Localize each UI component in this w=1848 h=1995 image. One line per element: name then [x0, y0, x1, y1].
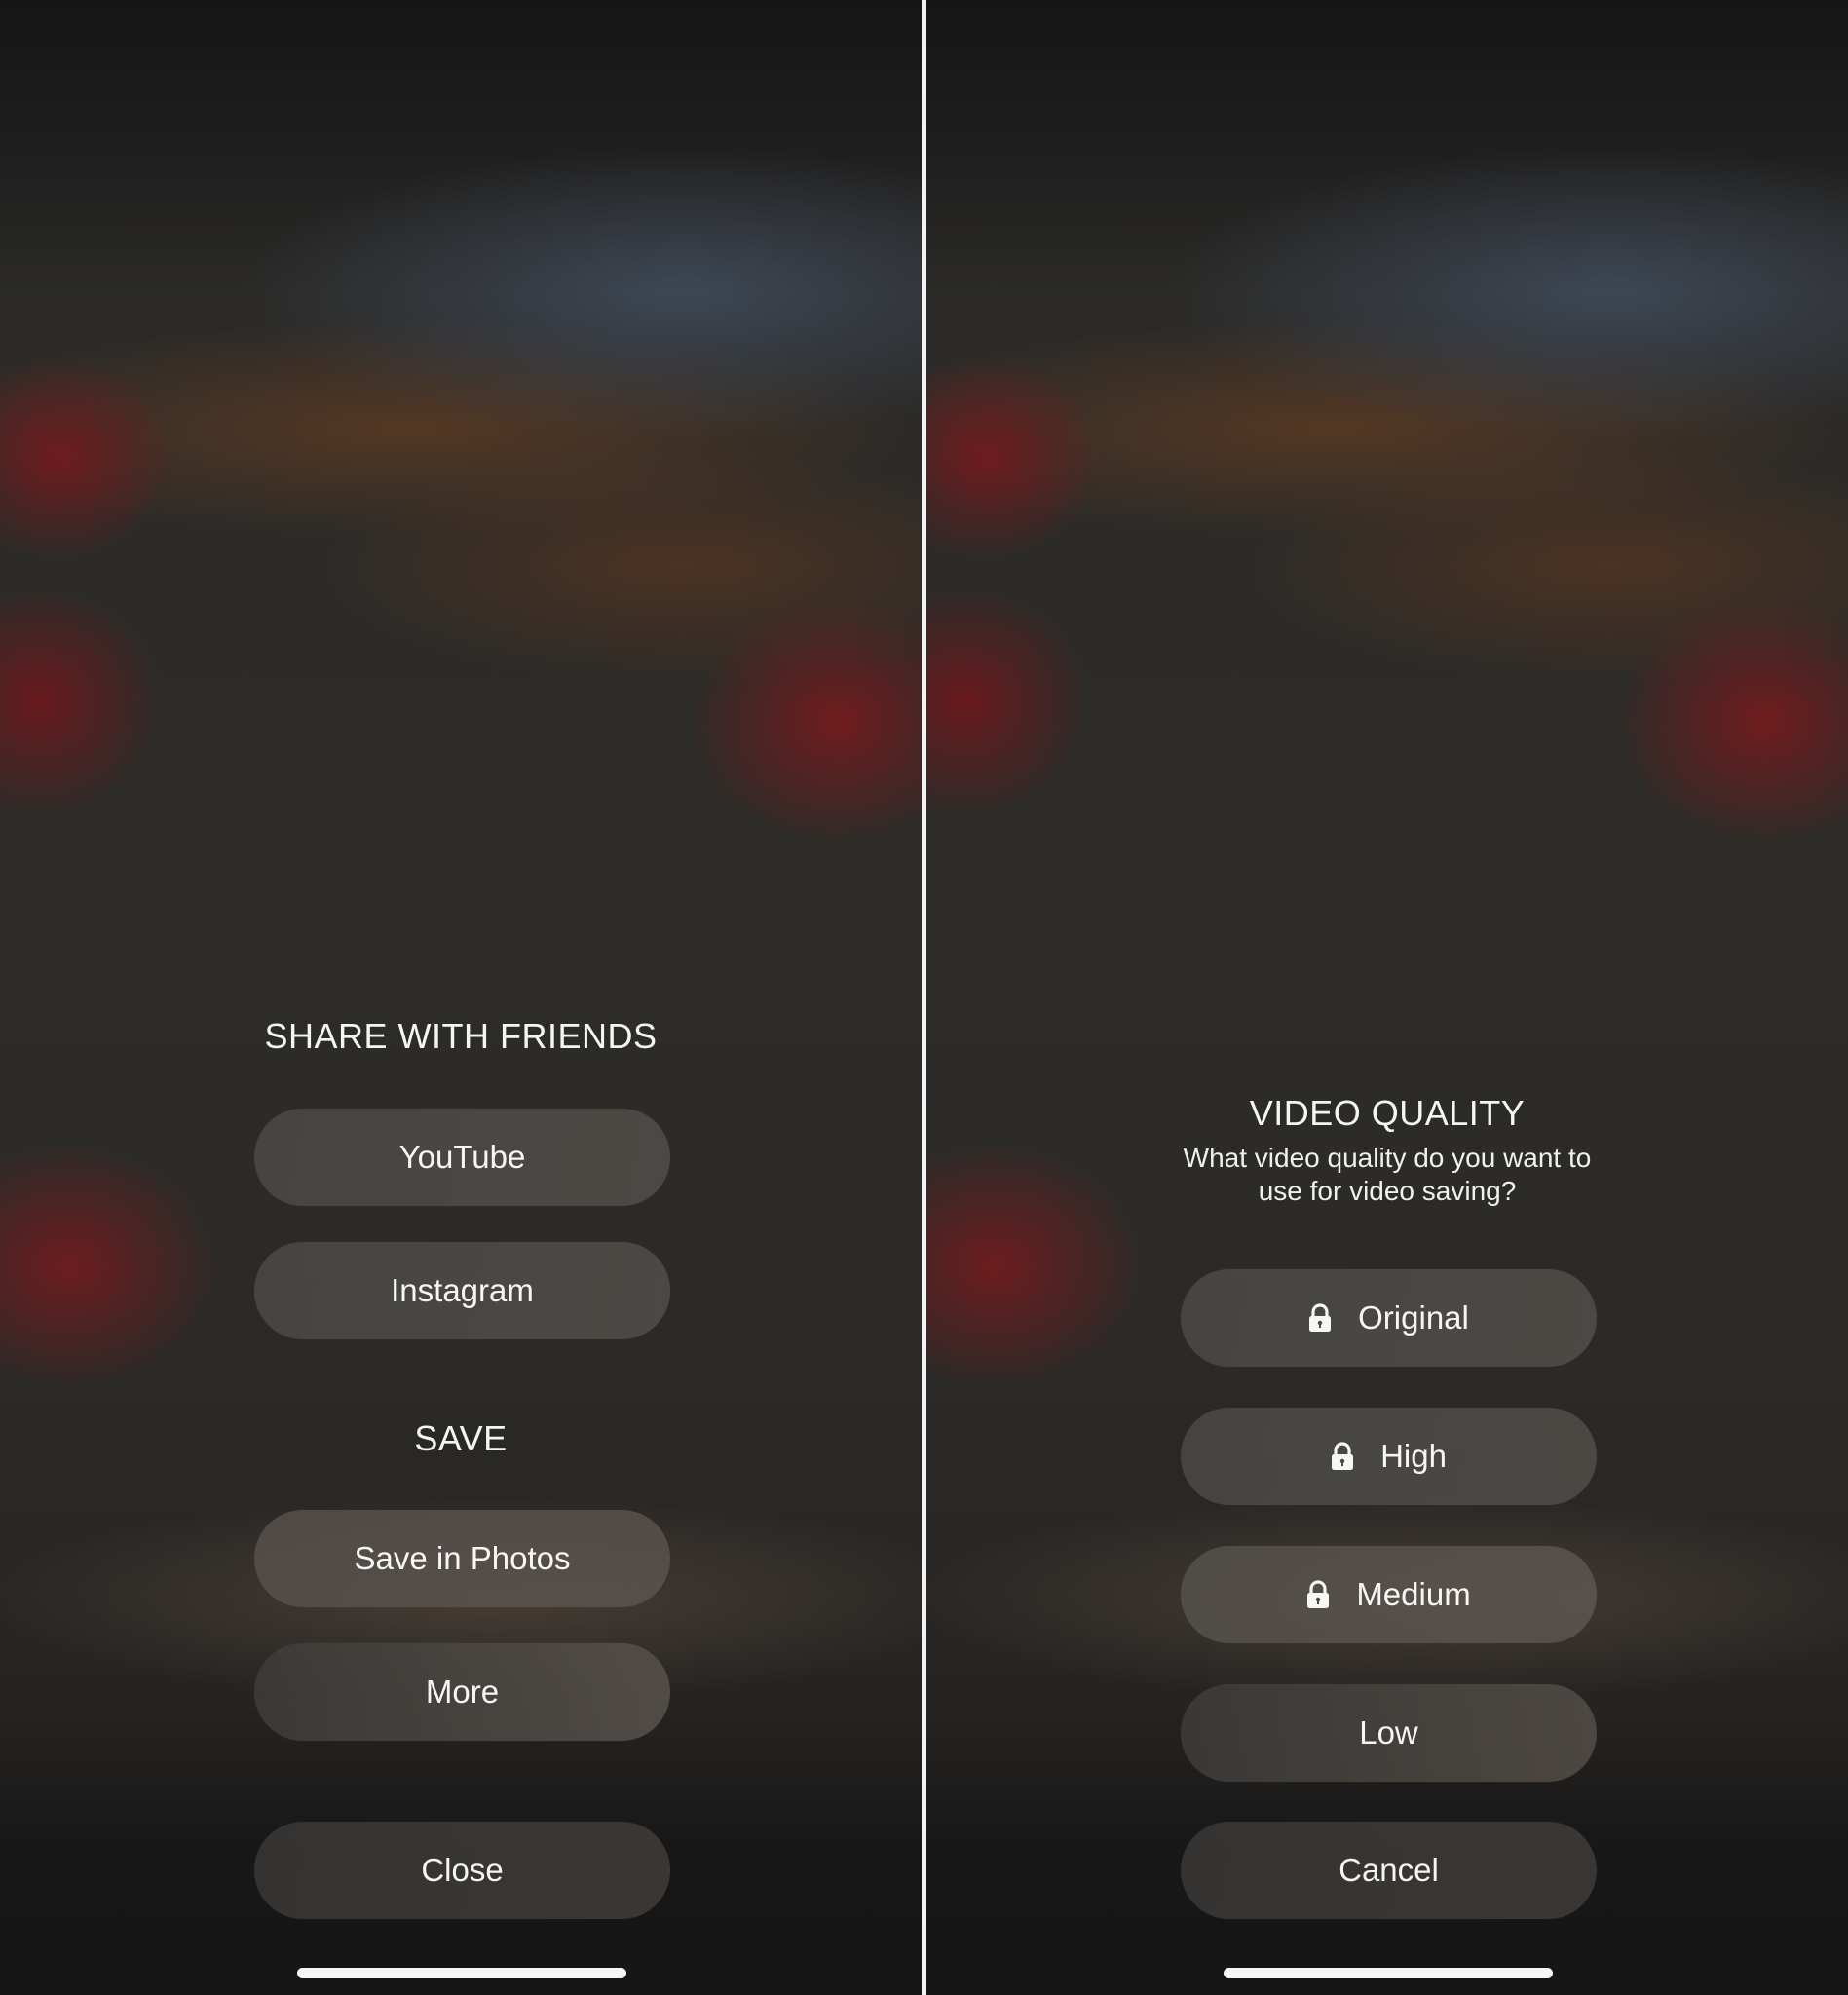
lock-icon: [1331, 1442, 1354, 1471]
quality-option-label: Medium: [1356, 1576, 1471, 1612]
close-button[interactable]: Close: [254, 1822, 670, 1919]
quality-option-original[interactable]: Original: [1181, 1269, 1597, 1367]
quality-option-high[interactable]: High: [1181, 1408, 1597, 1505]
instagram-button[interactable]: Instagram: [254, 1242, 670, 1339]
close-button-label: Close: [421, 1852, 504, 1888]
save-heading: SAVE: [414, 1418, 508, 1458]
share-screen: SHARE WITH FRIENDS YouTube Instagram SAV…: [0, 0, 922, 1995]
home-indicator: [1224, 1968, 1553, 1978]
lock-icon: [1308, 1303, 1332, 1333]
quality-option-medium[interactable]: Medium: [1181, 1546, 1597, 1643]
cancel-button[interactable]: Cancel: [1181, 1822, 1597, 1919]
quality-option-low[interactable]: Low: [1181, 1684, 1597, 1782]
youtube-button-label: YouTube: [398, 1139, 526, 1175]
video-quality-title: VIDEO QUALITY: [1249, 1093, 1526, 1133]
home-indicator: [297, 1968, 626, 1978]
quality-option-label: Original: [1358, 1299, 1469, 1336]
cancel-button-label: Cancel: [1339, 1852, 1439, 1888]
quality-option-label: Low: [1359, 1714, 1418, 1750]
share-heading: SHARE WITH FRIENDS: [264, 1016, 658, 1056]
more-button-label: More: [425, 1674, 500, 1710]
quality-option-label: High: [1380, 1438, 1447, 1474]
lock-icon: [1306, 1580, 1330, 1609]
instagram-button-label: Instagram: [391, 1272, 534, 1308]
video-quality-screen: VIDEO QUALITY What video quality do you …: [926, 0, 1848, 1995]
save-in-photos-label: Save in Photos: [354, 1540, 571, 1576]
more-button[interactable]: More: [254, 1643, 670, 1741]
video-quality-subtitle-line-2: use for video saving?: [1258, 1176, 1517, 1206]
video-quality-subtitle-line-1: What video quality do you want to: [1183, 1143, 1592, 1173]
youtube-button[interactable]: YouTube: [254, 1109, 670, 1206]
save-in-photos-button[interactable]: Save in Photos: [254, 1510, 670, 1607]
